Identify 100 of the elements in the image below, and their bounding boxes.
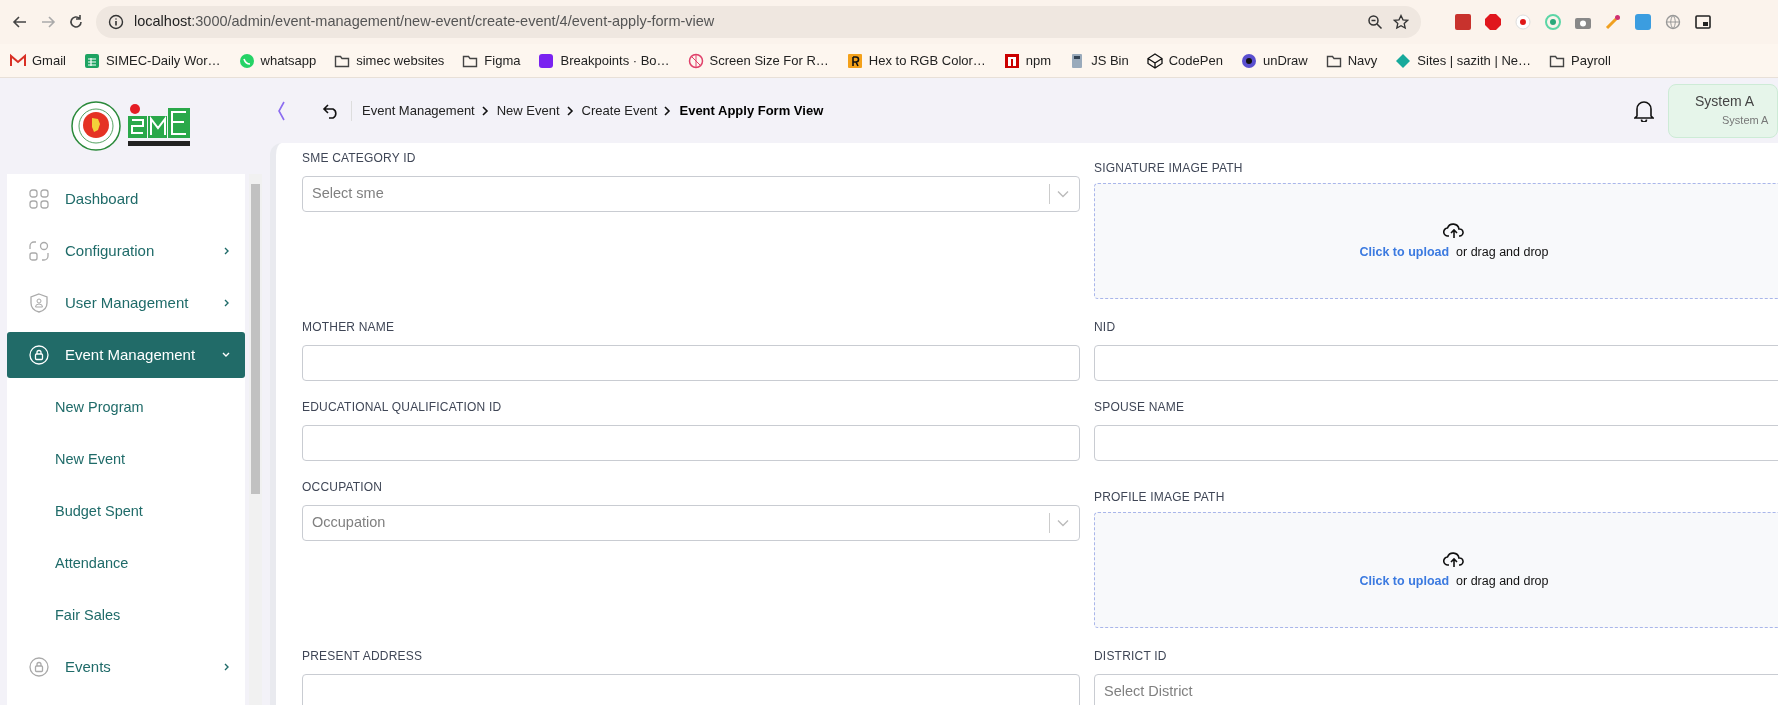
sidebar-item[interactable]: Events: [7, 644, 246, 690]
bookmark[interactable]: unDraw: [1240, 50, 1308, 71]
bookmark[interactable]: Navy: [1325, 50, 1378, 71]
upload-dropzone[interactable]: Click to upload or drag and drop: [1094, 183, 1778, 299]
address-bar[interactable]: localhost:3000/admin/event-management/new-event/create-event/4/event-apply-form-view: [96, 6, 1421, 38]
grid-icon: [29, 189, 49, 209]
field-label: SPOUSE NAME: [1094, 399, 1186, 416]
mail-icon: [10, 52, 26, 69]
undo-icon[interactable]: [322, 102, 340, 119]
bookmark[interactable]: whatsapp: [238, 50, 317, 71]
breadcrumb-item[interactable]: Event Management: [362, 100, 475, 121]
bookmark[interactable]: SIMEC-Daily Wor…: [83, 50, 221, 71]
scrollbar-thumb[interactable]: [251, 184, 261, 494]
star-icon[interactable]: [1393, 14, 1409, 30]
input-field[interactable]: [302, 425, 1080, 461]
emblem-logo: [71, 101, 121, 151]
square-icon: [846, 52, 863, 69]
select-field[interactable]: Select sme: [302, 176, 1080, 212]
chevron-down-icon: [221, 351, 232, 359]
breadcrumb-item[interactable]: Create Event: [581, 100, 658, 121]
field-label: SME CATEGORY ID: [302, 150, 417, 167]
submenu-item[interactable]: Attendance: [7, 540, 246, 586]
submenu-item[interactable]: New Program: [7, 384, 246, 430]
disc-icon: [1240, 52, 1257, 69]
cloud-upload-icon: [1443, 549, 1465, 568]
bookmark[interactable]: Breakpoints · Bo…: [538, 50, 670, 71]
camera-icon[interactable]: [1575, 15, 1591, 29]
url-text: localhost:3000/admin/event-management/new-event/create-event/4/event-apply-form-view: [134, 12, 716, 32]
input-field[interactable]: [302, 674, 1080, 705]
square-icon: [1003, 52, 1020, 69]
shield-user-icon: [29, 293, 49, 313]
square-icon: [538, 52, 555, 69]
upload-instructions: Click to upload or drag and drop: [1359, 572, 1549, 590]
bookmark[interactable]: simec websites: [334, 50, 445, 71]
chevron-down-icon: [1057, 519, 1069, 527]
field-label: EDUCATIONAL QUALIFICATION ID: [302, 399, 503, 416]
target-icon[interactable]: [1515, 14, 1531, 30]
field-label: PRESENT ADDRESS: [302, 648, 424, 665]
chevron-right-icon: [565, 104, 574, 117]
breadcrumb-item: Event Apply Form View: [679, 101, 824, 120]
input-field[interactable]: [302, 345, 1080, 381]
upload-dropzone[interactable]: Click to upload or drag and drop: [1094, 512, 1778, 628]
lock-icon: [29, 345, 49, 365]
user-role: System A: [1721, 112, 1770, 128]
target-icon[interactable]: [1545, 14, 1561, 30]
spreadsheet-icon: [83, 52, 100, 69]
submenu-item[interactable]: Fair Sales: [7, 592, 246, 638]
bookmark[interactable]: npm: [1003, 50, 1052, 71]
color-picker-icon[interactable]: [1605, 14, 1621, 30]
bookmark[interactable]: CodePen: [1146, 50, 1223, 71]
field-label: DISTRICT ID: [1094, 648, 1168, 665]
user-card[interactable]: System A System A: [1668, 83, 1778, 138]
input-field[interactable]: [1094, 345, 1778, 381]
submenu-item[interactable]: New Event: [7, 436, 246, 482]
field-label: SIGNATURE IMAGE PATH: [1094, 160, 1244, 177]
stop-sign-icon[interactable]: [1485, 14, 1501, 30]
upload-link[interactable]: Click to upload: [1359, 244, 1450, 259]
user-name: System A: [1695, 91, 1756, 111]
bookmark[interactable]: JS Bin: [1069, 50, 1129, 71]
upload-instructions: Click to upload or drag and drop: [1359, 243, 1549, 261]
collapse-icon[interactable]: [276, 99, 286, 122]
submenu-item[interactable]: Budget Spent: [7, 488, 246, 534]
zoom-icon[interactable]: [1367, 14, 1383, 30]
brand-logo: [125, 103, 191, 149]
sidebar-item[interactable]: Dashboard: [7, 176, 246, 222]
chevron-right-icon: [480, 104, 489, 117]
input-field[interactable]: [1094, 425, 1778, 461]
info-icon[interactable]: [108, 14, 124, 30]
cycle-icon: [29, 241, 49, 261]
back-icon[interactable]: [12, 14, 28, 30]
field-label: OCCUPATION: [302, 479, 384, 496]
picture-in-picture-icon[interactable]: [1695, 15, 1711, 29]
sidebar-item[interactable]: Configuration: [7, 228, 246, 274]
bookmark[interactable]: Screen Size For R…: [687, 50, 829, 71]
bookmark[interactable]: Payroll: [1549, 50, 1611, 71]
upload-link[interactable]: Click to upload: [1359, 573, 1450, 588]
chevron-right-icon: [663, 104, 672, 117]
chevron-down-icon: [1057, 190, 1069, 198]
breadcrumb-item[interactable]: New Event: [496, 100, 560, 121]
sidebar-item[interactable]: Event Management: [7, 332, 246, 378]
lock-icon: [29, 657, 49, 677]
diamond-icon: [1395, 52, 1412, 69]
sidebar-item[interactable]: User Management: [7, 280, 246, 326]
cloud-upload-icon: [1443, 220, 1465, 239]
globe-icon[interactable]: [1665, 14, 1681, 30]
bookmark[interactable]: Figma: [462, 50, 521, 71]
field-label: MOTHER NAME: [302, 319, 396, 336]
select-field[interactable]: Occupation: [302, 505, 1080, 541]
bookmark[interactable]: Sites | sazith | Ne…: [1395, 50, 1532, 71]
select-field[interactable]: Select District: [1094, 674, 1778, 705]
notification-bell-icon[interactable]: [1634, 99, 1654, 122]
reload-icon[interactable]: [68, 14, 84, 30]
forward-icon[interactable]: [40, 14, 56, 30]
ball-icon: [687, 52, 704, 69]
cube-icon: [1146, 52, 1163, 69]
field-label: PROFILE IMAGE PATH: [1094, 489, 1226, 506]
field-label: NID: [1094, 319, 1117, 336]
bookmark[interactable]: Gmail: [10, 50, 66, 71]
chat-icon: [238, 52, 255, 69]
bookmark[interactable]: Hex to RGB Color…: [846, 50, 986, 71]
